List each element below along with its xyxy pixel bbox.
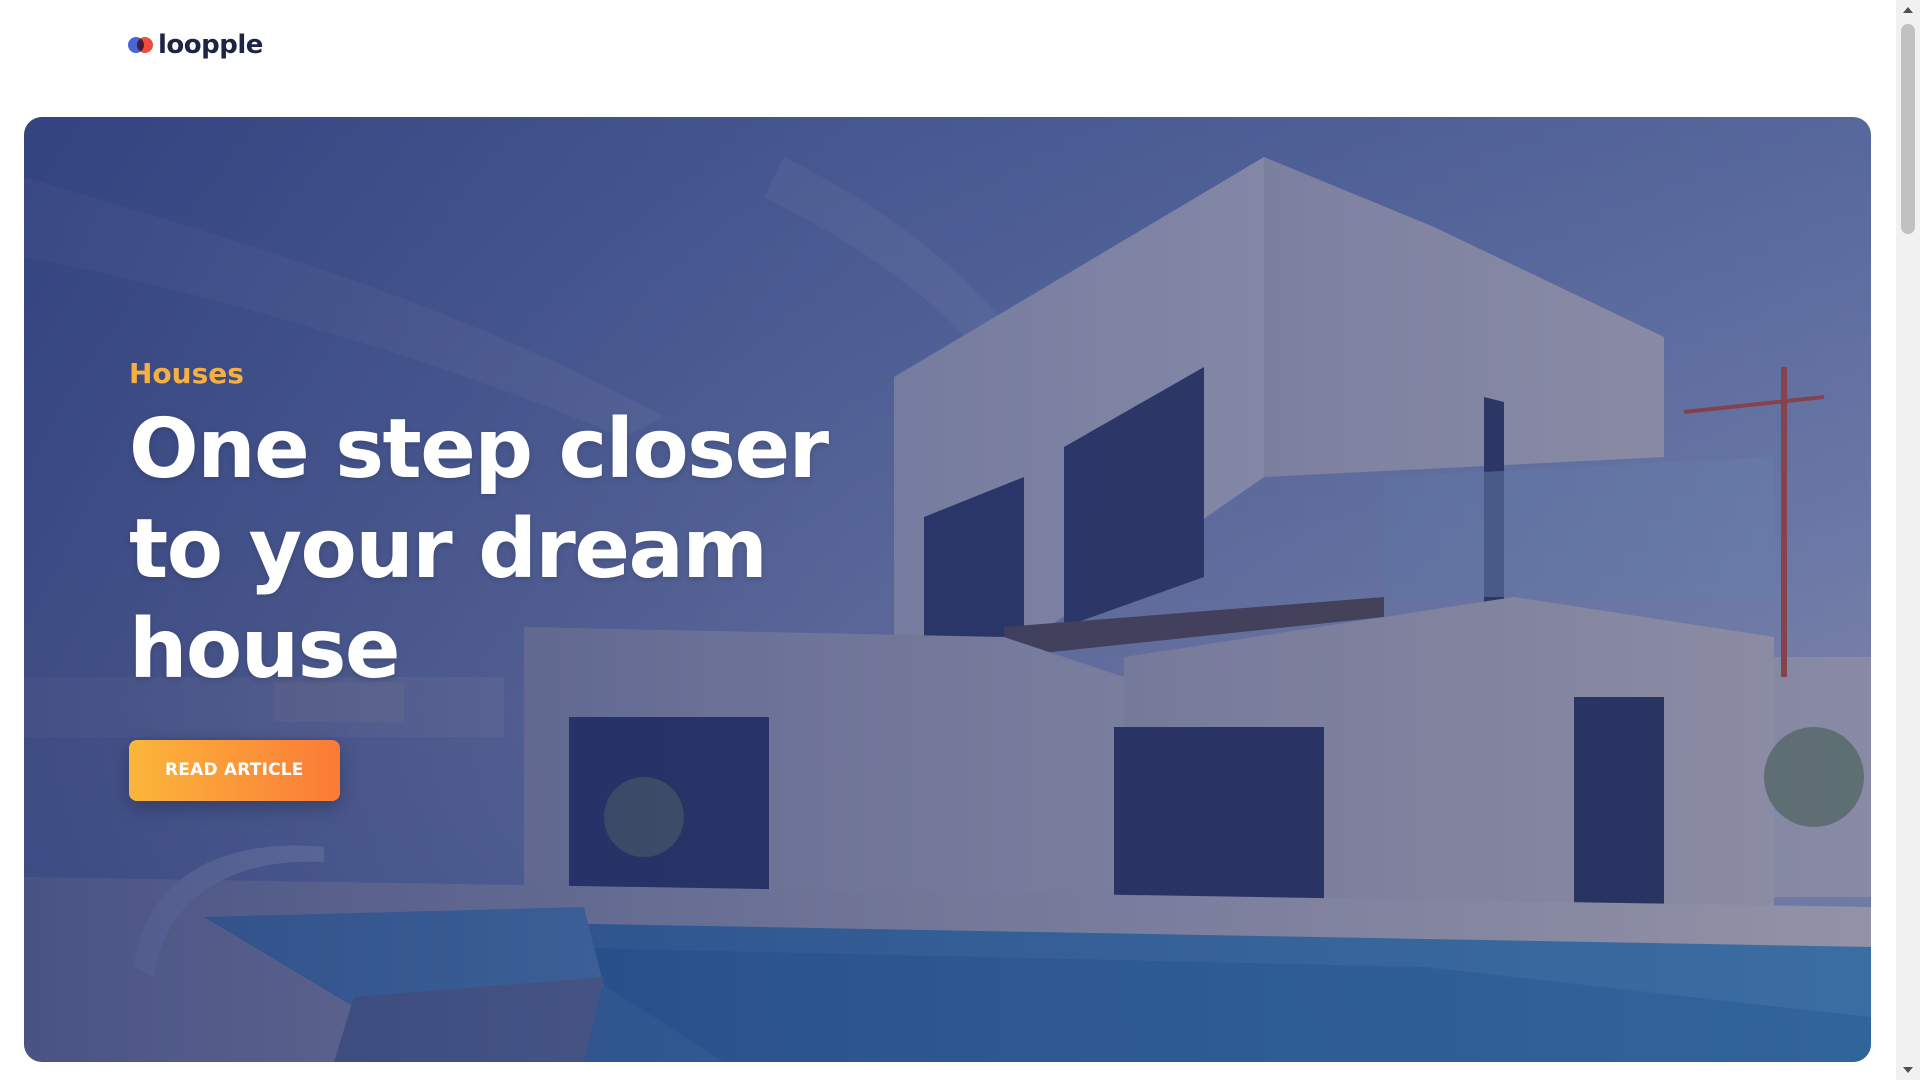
scrollbar-thumb[interactable] — [1901, 24, 1915, 234]
read-article-button[interactable]: READ ARTICLE — [129, 740, 340, 801]
page-scrollbar[interactable] — [1896, 0, 1920, 1080]
hero-headline: One step closer to your dream house — [129, 400, 849, 700]
hero-headline-line: to your dream — [129, 502, 768, 597]
scroll-down-arrow-icon[interactable] — [1896, 1060, 1920, 1080]
navbar: loopple — [0, 0, 1896, 116]
hero-headline-line: house — [129, 602, 401, 697]
hero-content: Houses One step closer to your dream hou… — [129, 357, 849, 801]
hero-headline-line: One step closer — [129, 402, 829, 497]
hero-section: Houses One step closer to your dream hou… — [24, 117, 1871, 1062]
brand-name: loopple — [158, 30, 263, 60]
logo-icon — [128, 35, 154, 55]
hero-category: Houses — [129, 357, 244, 390]
brand-logo[interactable]: loopple — [128, 30, 263, 60]
scroll-up-arrow-icon[interactable] — [1896, 0, 1920, 20]
